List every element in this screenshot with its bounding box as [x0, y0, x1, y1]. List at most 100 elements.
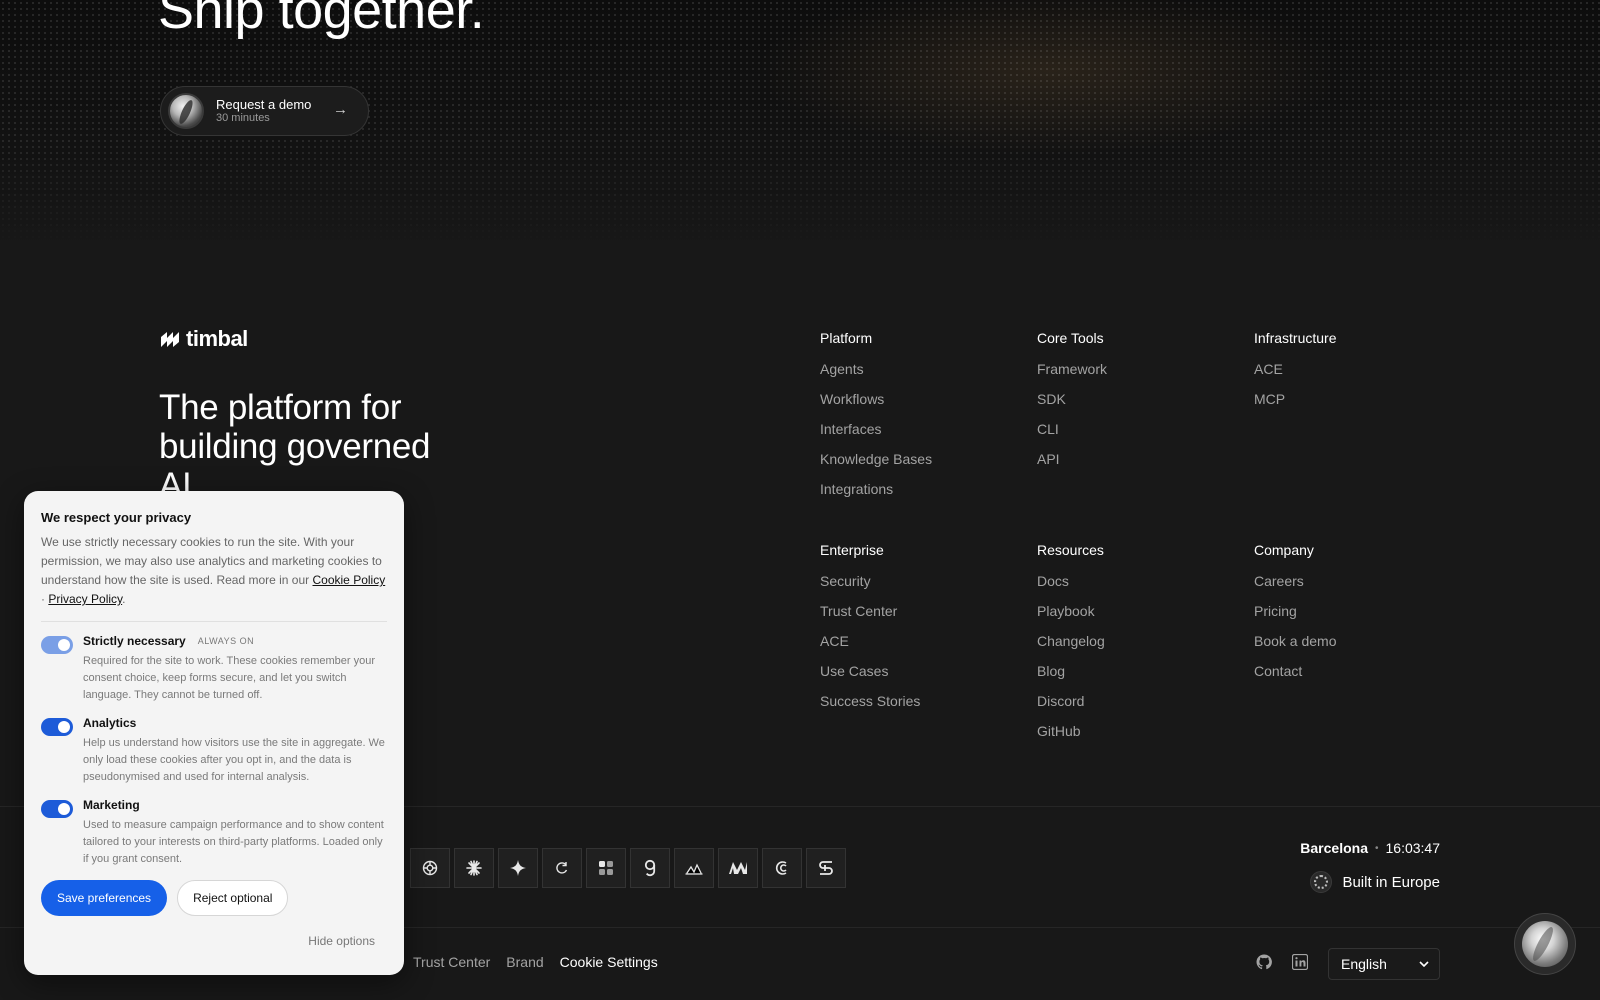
footer-link[interactable]: MCP: [1254, 389, 1454, 419]
option-description: Help us understand how visitors use the …: [83, 737, 385, 783]
cookie-policy-link[interactable]: Cookie Policy: [313, 573, 386, 587]
footer-link[interactable]: Book a demo: [1254, 631, 1454, 661]
hide-options-link[interactable]: Hide options: [308, 934, 375, 948]
column-heading: Enterprise: [820, 542, 884, 558]
footer-link[interactable]: Pricing: [1254, 601, 1454, 631]
orb-icon: [1522, 921, 1568, 967]
footer-link[interactable]: Workflows: [820, 389, 1020, 419]
option-name: Strictly necessary: [83, 634, 186, 648]
cookie-panel-title: We respect your privacy: [41, 510, 192, 525]
cerebras-icon[interactable]: [718, 848, 758, 888]
column-heading: Platform: [820, 330, 873, 346]
hero-section: Ship together. Request a demo 30 minutes…: [0, 0, 1600, 250]
footer-link[interactable]: Trust Center: [820, 601, 1020, 631]
column-heading: Infrastructure: [1254, 330, 1337, 346]
linkedin-icon[interactable]: [1292, 954, 1308, 970]
footer-link[interactable]: Interfaces: [820, 419, 1020, 449]
perplexity-icon[interactable]: [542, 848, 582, 888]
footer-column-company: Company Careers Pricing Book a demo Cont…: [1254, 540, 1454, 691]
built-in-label: Built in Europe: [1342, 873, 1440, 891]
github-icon[interactable]: [1256, 954, 1272, 970]
intro-period: .: [122, 592, 126, 606]
column-heading: Core Tools: [1037, 330, 1104, 346]
footer-link[interactable]: Integrations: [820, 479, 1020, 509]
reject-optional-button[interactable]: Reject optional: [177, 880, 289, 916]
location-clock: Barcelona • 16:03:47: [1300, 840, 1440, 856]
footer-link[interactable]: Framework: [1037, 359, 1237, 389]
footer-column-resources: Resources Docs Playbook Changelog Blog D…: [1037, 540, 1237, 751]
brand-name: timbal: [186, 326, 248, 351]
always-on-badge: ALWAYS ON: [197, 636, 255, 646]
footer-link[interactable]: Use Cases: [820, 661, 1020, 691]
together-icon[interactable]: [674, 848, 714, 888]
strictly-necessary-toggle: [41, 636, 73, 654]
deepseek-icon[interactable]: [762, 848, 802, 888]
mistral-icon[interactable]: [586, 848, 626, 888]
privacy-policy-link[interactable]: Privacy Policy: [48, 592, 122, 606]
footer-link[interactable]: GitHub: [1037, 721, 1237, 751]
footer-link[interactable]: Contact: [1254, 661, 1454, 691]
save-preferences-button[interactable]: Save preferences: [41, 880, 168, 916]
arrow-right-icon: →: [333, 101, 348, 118]
ibm-icon[interactable]: [806, 848, 846, 888]
footer-column-infrastructure: Infrastructure ACE MCP: [1254, 328, 1454, 419]
built-in-europe-badge: Built in Europe: [1310, 871, 1440, 893]
option-name: Analytics: [83, 716, 137, 730]
footer-link[interactable]: ACE: [1254, 359, 1454, 389]
cookie-divider: [41, 621, 387, 622]
chevron-down-icon: [1419, 961, 1429, 967]
footer-link[interactable]: Security: [820, 571, 1020, 601]
footer-link[interactable]: Knowledge Bases: [820, 449, 1020, 479]
orb-avatar-icon: [168, 93, 204, 129]
demo-button-subtitle: 30 minutes: [216, 112, 270, 124]
footer-link[interactable]: Changelog: [1037, 631, 1237, 661]
anthropic-icon[interactable]: [454, 848, 494, 888]
language-selected: English: [1341, 956, 1387, 972]
footer-link[interactable]: CLI: [1037, 419, 1237, 449]
eu-stars-icon: [1310, 871, 1333, 893]
column-heading: Resources: [1037, 542, 1104, 558]
assistant-launcher-button[interactable]: [1514, 913, 1576, 975]
footer-link[interactable]: SDK: [1037, 389, 1237, 419]
footer-link[interactable]: API: [1037, 449, 1237, 479]
column-heading: Company: [1254, 542, 1314, 558]
marketing-toggle[interactable]: [41, 800, 73, 818]
link-separator: ·: [41, 592, 45, 606]
footer-link[interactable]: Agents: [820, 359, 1020, 389]
brand-link[interactable]: Brand: [506, 954, 543, 970]
analytics-toggle[interactable]: [41, 718, 73, 736]
groq-icon[interactable]: [630, 848, 670, 888]
cookie-settings-link[interactable]: Cookie Settings: [560, 954, 658, 970]
cookie-consent-panel: We respect your privacy We use strictly …: [24, 491, 404, 975]
timbal-logo[interactable]: timbal: [160, 326, 248, 352]
local-time: 16:03:47: [1385, 840, 1441, 856]
footer-column-core-tools: Core Tools Framework SDK CLI API: [1037, 328, 1237, 479]
option-description: Required for the site to work. These coo…: [83, 655, 376, 701]
footer-link[interactable]: Playbook: [1037, 601, 1237, 631]
model-provider-row: [410, 848, 846, 888]
hero-title: Ship together.: [158, 0, 485, 40]
footer-link[interactable]: ACE: [820, 631, 1020, 661]
brand-tagline: The platform for building governed AI: [159, 388, 431, 505]
trust-center-link[interactable]: Trust Center: [413, 954, 490, 970]
cookie-option-marketing: Marketing Used to measure campaign perfo…: [41, 798, 387, 868]
footer-link[interactable]: Blog: [1037, 661, 1237, 691]
request-demo-button[interactable]: Request a demo 30 minutes →: [160, 86, 369, 136]
language-select[interactable]: English: [1328, 948, 1440, 980]
footer-link[interactable]: Careers: [1254, 571, 1454, 601]
cookie-option-analytics: Analytics Help us understand how visitor…: [41, 716, 387, 786]
footer-link[interactable]: Docs: [1037, 571, 1237, 601]
footer-column-enterprise: Enterprise Security Trust Center ACE Use…: [820, 540, 1020, 721]
footer-link[interactable]: Discord: [1037, 691, 1237, 721]
gemini-icon[interactable]: [498, 848, 538, 888]
separator-dot: •: [1374, 842, 1379, 854]
cookie-intro: We use strictly necessary cookies to run…: [41, 533, 387, 609]
footer-column-platform: Platform Agents Workflows Interfaces Kno…: [820, 328, 1020, 509]
legal-links: Trust Center Brand Cookie Settings: [413, 954, 658, 970]
openai-icon[interactable]: [410, 848, 450, 888]
cookie-option-strictly-necessary: Strictly necessary ALWAYS ON Required fo…: [41, 634, 387, 704]
timbal-logo-icon: [161, 332, 179, 347]
option-description: Used to measure campaign performance and…: [83, 819, 384, 865]
city-name: Barcelona: [1300, 840, 1368, 856]
footer-link[interactable]: Success Stories: [820, 691, 1020, 721]
